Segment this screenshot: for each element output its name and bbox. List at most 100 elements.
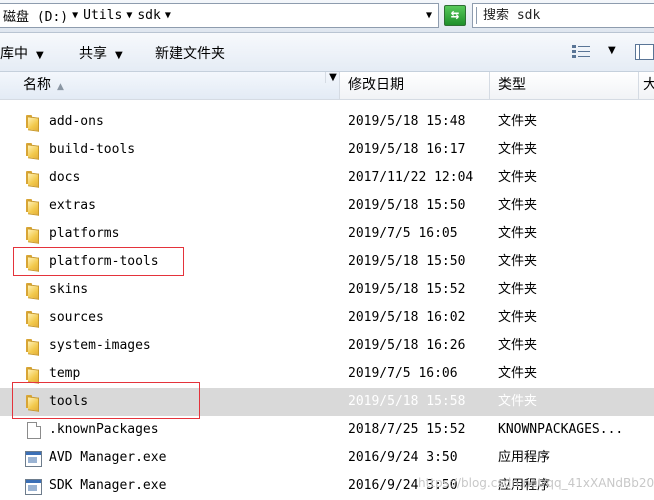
file-date: 2019/5/18 15:48: [348, 114, 466, 129]
include-in-library-label: 库中: [0, 46, 28, 62]
include-in-library-menu[interactable]: 库中 ▼: [0, 43, 44, 63]
search-input[interactable]: [483, 8, 643, 23]
file-icon: [27, 422, 41, 439]
search-divider: [476, 7, 477, 24]
file-name: SDK Manager.exe: [49, 478, 167, 493]
folder-icon: [24, 254, 41, 270]
watermark: https://blog.csdn.net/qq_41xXANdBb20: [418, 476, 654, 490]
application-icon: [25, 479, 42, 495]
file-date: 2018/7/25 15:52: [348, 422, 466, 437]
file-row-avd-manager[interactable]: AVD Manager.exe 2016/9/24 3:50 应用程序: [0, 444, 654, 472]
address-history-dropdown-icon[interactable]: ▼: [426, 10, 438, 21]
file-date: 2019/5/18 16:17: [348, 142, 466, 157]
file-type: 文件夹: [498, 338, 538, 353]
file-type: 文件夹: [498, 170, 538, 185]
file-row-tools[interactable]: tools 2019/5/18 15:58 文件夹: [0, 388, 654, 416]
file-name: add-ons: [49, 114, 104, 129]
chevron-down-icon: ▼: [115, 50, 123, 61]
folder-icon: [24, 394, 41, 410]
column-date-modified[interactable]: 修改日期: [341, 72, 490, 99]
file-type: 文件夹: [498, 310, 538, 325]
file-type: 文件夹: [498, 226, 538, 241]
share-label: 共享: [79, 46, 107, 62]
search-box[interactable]: [472, 3, 654, 28]
file-row-platforms[interactable]: platforms 2019/7/5 16:05 文件夹: [0, 220, 654, 248]
address-bar: 磁盘 (D:) ▼ Utils ▼ sdk ▼ ▼ ⇆: [0, 0, 654, 33]
file-name: platforms: [49, 226, 120, 241]
file-type: 文件夹: [498, 114, 538, 129]
file-name: skins: [49, 282, 89, 297]
file-name: sources: [49, 310, 104, 325]
breadcrumb-sdk[interactable]: sdk: [134, 8, 162, 23]
column-header: 名称 ▲ ▼ 修改日期 类型 大: [0, 72, 654, 100]
folder-icon: [24, 366, 41, 382]
file-row-add-ons[interactable]: add-ons 2019/5/18 15:48 文件夹: [0, 108, 654, 136]
file-name: extras: [49, 198, 96, 213]
share-menu[interactable]: 共享 ▼: [79, 43, 123, 63]
file-name: build-tools: [49, 142, 136, 157]
file-row-skins[interactable]: skins 2019/5/18 15:52 文件夹: [0, 276, 654, 304]
file-row-temp[interactable]: temp 2019/7/5 16:06 文件夹: [0, 360, 654, 388]
chevron-down-icon[interactable]: ▼: [124, 10, 134, 21]
file-date: 2019/5/18 15:58: [348, 394, 466, 409]
file-name: .knownPackages: [49, 422, 159, 437]
file-date: 2019/5/18 15:52: [348, 282, 466, 297]
application-icon: [25, 451, 42, 467]
file-type: 文件夹: [498, 254, 538, 269]
sort-ascending-icon: ▲: [57, 82, 64, 92]
refresh-icon: ⇆: [450, 7, 460, 23]
file-name: temp: [49, 366, 81, 381]
breadcrumb-utils[interactable]: Utils: [80, 8, 124, 23]
file-name: AVD Manager.exe: [49, 450, 167, 465]
file-date: 2016/9/24 3:50: [348, 450, 458, 465]
folder-icon: [24, 310, 41, 326]
column-filter-dropdown-icon[interactable]: ▼: [325, 72, 340, 83]
chevron-down-icon[interactable]: ▼: [163, 10, 173, 21]
file-date: 2019/7/5 16:05: [348, 226, 458, 241]
view-options-icon[interactable]: [572, 45, 590, 58]
file-name: tools: [49, 394, 89, 409]
file-row-docs[interactable]: docs 2017/11/22 12:04 文件夹: [0, 164, 654, 192]
file-date: 2019/5/18 16:02: [348, 310, 466, 325]
column-name[interactable]: 名称 ▲: [0, 72, 340, 99]
column-type[interactable]: 类型: [491, 72, 639, 99]
file-row-sources[interactable]: sources 2019/5/18 16:02 文件夹: [0, 304, 654, 332]
refresh-button[interactable]: ⇆: [444, 5, 466, 26]
folder-icon: [24, 338, 41, 354]
file-row-build-tools[interactable]: build-tools 2019/5/18 16:17 文件夹: [0, 136, 654, 164]
file-type: 应用程序: [498, 450, 551, 465]
folder-icon: [24, 142, 41, 158]
file-type: 文件夹: [498, 282, 538, 297]
file-row-knownpackages[interactable]: .knownPackages 2018/7/25 15:52 KNOWNPACK…: [0, 416, 654, 444]
file-date: 2019/5/18 16:26: [348, 338, 466, 353]
column-name-label: 名称: [23, 77, 51, 93]
file-name: platform-tools: [49, 254, 159, 269]
file-row-system-images[interactable]: system-images 2019/5/18 16:26 文件夹: [0, 332, 654, 360]
file-name: docs: [49, 170, 81, 185]
new-folder-button[interactable]: 新建文件夹: [155, 43, 225, 63]
folder-icon: [24, 170, 41, 186]
file-row-extras[interactable]: extras 2019/5/18 15:50 文件夹: [0, 192, 654, 220]
chevron-down-icon: ▼: [36, 50, 44, 61]
file-date: 2019/5/18 15:50: [348, 254, 466, 269]
file-row-platform-tools[interactable]: platform-tools 2019/5/18 15:50 文件夹: [0, 248, 654, 276]
file-type: KNOWNPACKAGES...: [498, 422, 624, 437]
breadcrumb[interactable]: 磁盘 (D:) ▼ Utils ▼ sdk ▼ ▼: [0, 3, 439, 28]
command-bar: 库中 ▼ 共享 ▼ 新建文件夹 ▼: [0, 33, 654, 72]
folder-icon: [24, 114, 41, 130]
chevron-down-icon[interactable]: ▼: [70, 10, 80, 21]
column-size[interactable]: 大: [640, 72, 654, 99]
preview-pane-icon[interactable]: [635, 44, 654, 60]
folder-icon: [24, 226, 41, 242]
file-name: system-images: [49, 338, 151, 353]
file-date: 2019/5/18 15:50: [348, 198, 466, 213]
view-options-dropdown-icon[interactable]: ▼: [608, 45, 616, 56]
file-list: add-ons 2019/5/18 15:48 文件夹 build-tools …: [0, 108, 654, 500]
file-type: 文件夹: [498, 142, 538, 157]
folder-icon: [24, 282, 41, 298]
file-type: 文件夹: [498, 394, 538, 409]
file-date: 2019/7/5 16:06: [348, 366, 458, 381]
file-date: 2017/11/22 12:04: [348, 170, 474, 185]
breadcrumb-drive[interactable]: 磁盘 (D:): [0, 6, 70, 25]
file-type: 文件夹: [498, 198, 538, 213]
